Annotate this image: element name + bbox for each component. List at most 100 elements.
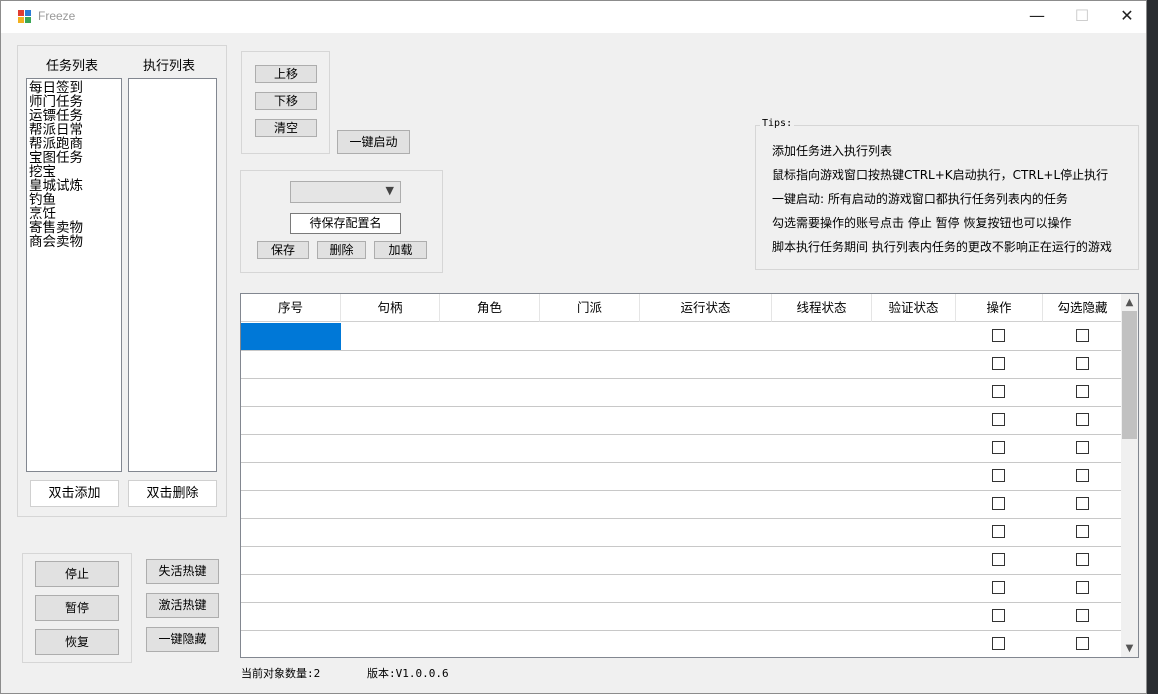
hide-checkbox[interactable] (1076, 553, 1089, 566)
task-list-item[interactable]: 皇城试炼 (27, 179, 121, 193)
task-list-item[interactable]: 烹饪 (27, 207, 121, 221)
save-config-button[interactable]: 保存 (257, 241, 309, 259)
table-row[interactable] (241, 463, 1122, 491)
operate-checkbox[interactable] (992, 637, 1005, 650)
table-row[interactable] (241, 351, 1122, 379)
pause-button[interactable]: 暂停 (35, 595, 119, 621)
operate-checkbox[interactable] (992, 357, 1005, 370)
move-down-button[interactable]: 下移 (255, 92, 317, 110)
table-row[interactable] (241, 575, 1122, 603)
hide-checkbox[interactable] (1076, 329, 1089, 342)
desktop-background (1147, 0, 1158, 694)
load-config-button[interactable]: 加载 (374, 241, 427, 259)
config-combo[interactable]: ▼ (290, 181, 401, 203)
task-list-item[interactable]: 钓鱼 (27, 193, 121, 207)
task-list-item[interactable]: 帮派日常 (27, 123, 121, 137)
selected-cell[interactable] (241, 323, 341, 350)
operate-checkbox[interactable] (992, 497, 1005, 510)
operate-checkbox[interactable] (992, 469, 1005, 482)
move-up-button[interactable]: 上移 (255, 65, 317, 83)
operate-checkbox[interactable] (992, 525, 1005, 538)
task-list-item[interactable]: 每日签到 (27, 81, 121, 95)
column-header[interactable]: 验证状态 (872, 294, 956, 322)
column-header[interactable]: 勾选隐藏 (1043, 294, 1123, 322)
table-row[interactable] (241, 435, 1122, 463)
operate-checkbox[interactable] (992, 609, 1005, 622)
table-row[interactable] (241, 379, 1122, 407)
scroll-up-icon[interactable]: ▲ (1121, 294, 1138, 311)
table-row[interactable] (241, 323, 1122, 351)
clear-button[interactable]: 清空 (255, 119, 317, 137)
operate-checkbox[interactable] (992, 553, 1005, 566)
hide-checkbox[interactable] (1076, 497, 1089, 510)
column-header[interactable]: 门派 (540, 294, 640, 322)
tip-line: 勾选需要操作的账号点击 停止 暂停 恢复按钮也可以操作 (772, 216, 1072, 230)
scroll-thumb[interactable] (1122, 311, 1137, 439)
column-header[interactable]: 线程状态 (772, 294, 872, 322)
close-button[interactable]: ✕ (1104, 1, 1146, 33)
table-row[interactable] (241, 547, 1122, 575)
task-list-item[interactable]: 挖宝 (27, 165, 121, 179)
object-count-status: 当前对象数量:2 (241, 667, 321, 680)
window-title: Freeze (38, 9, 76, 23)
operate-checkbox[interactable] (992, 581, 1005, 594)
add-task-button[interactable]: 双击添加 (30, 480, 119, 507)
tip-line: 一键启动: 所有启动的游戏窗口都执行任务列表内的任务 (772, 192, 1068, 206)
config-name-input[interactable]: 待保存配置名 (290, 213, 401, 234)
table-row[interactable] (241, 631, 1122, 657)
scroll-down-icon[interactable]: ▼ (1121, 640, 1138, 657)
column-header[interactable]: 角色 (440, 294, 540, 322)
delete-config-button[interactable]: 删除 (317, 241, 366, 259)
hide-checkbox[interactable] (1076, 637, 1089, 650)
hide-checkbox[interactable] (1076, 609, 1089, 622)
column-header[interactable]: 序号 (241, 294, 341, 322)
tips-legend: Tips: (760, 118, 795, 129)
table-row[interactable] (241, 407, 1122, 435)
column-header[interactable]: 操作 (956, 294, 1043, 322)
hide-checkbox[interactable] (1076, 385, 1089, 398)
table-row[interactable] (241, 519, 1122, 547)
exec-list[interactable] (128, 78, 217, 472)
task-list-item[interactable]: 运镖任务 (27, 109, 121, 123)
table-row[interactable] (241, 491, 1122, 519)
task-list-item[interactable]: 师门任务 (27, 95, 121, 109)
resume-button[interactable]: 恢复 (35, 629, 119, 655)
stop-button[interactable]: 停止 (35, 561, 119, 587)
deactivate-hotkey-button[interactable]: 失活热键 (146, 559, 219, 584)
hide-checkbox[interactable] (1076, 441, 1089, 454)
task-list-item[interactable]: 宝图任务 (27, 151, 121, 165)
table-row[interactable] (241, 603, 1122, 631)
vertical-scrollbar[interactable]: ▲ ▼ (1121, 294, 1138, 657)
task-list-item[interactable]: 商会卖物 (27, 235, 121, 249)
operate-checkbox[interactable] (992, 441, 1005, 454)
hide-all-button[interactable]: 一键隐藏 (146, 627, 219, 652)
chevron-down-icon[interactable]: ▼ (386, 184, 394, 197)
hide-checkbox[interactable] (1076, 581, 1089, 594)
main-window: Freeze — ☐ ✕ 任务列表 执行列表 每日签到 师门任务 运镖任务 帮派日常帮… (0, 0, 1147, 694)
minimize-button[interactable]: — (1014, 1, 1060, 33)
operate-checkbox[interactable] (992, 413, 1005, 426)
column-header[interactable]: 运行状态 (640, 294, 772, 322)
version-status: 版本:V1.0.0.6 (367, 667, 449, 680)
tip-line: 脚本执行任务期间 执行列表内任务的更改不影响正在运行的游戏 (772, 240, 1112, 254)
app-icon (18, 10, 32, 24)
account-grid[interactable]: 序号 句柄 角色 门派 运行状态 线程状态 验证状态 操作 勾选隐藏 ▲ ▼ (240, 293, 1139, 658)
task-list[interactable]: 每日签到 师门任务 运镖任务 帮派日常 帮派跑商 宝图任务 挖宝 皇城试炼 钓鱼 烹饪 寄售卖物 商会… (26, 78, 122, 472)
one-key-start-button[interactable]: 一键启动 (337, 130, 410, 154)
tip-line: 鼠标指向游戏窗口按热键CTRL+K启动执行，CTRL+L停止执行 (772, 168, 1109, 182)
remove-task-button[interactable]: 双击删除 (128, 480, 217, 507)
hide-checkbox[interactable] (1076, 413, 1089, 426)
activate-hotkey-button[interactable]: 激活热键 (146, 593, 219, 618)
maximize-button[interactable]: ☐ (1059, 1, 1105, 33)
operate-checkbox[interactable] (992, 329, 1005, 342)
task-list-item[interactable]: 寄售卖物 (27, 221, 121, 235)
hide-checkbox[interactable] (1076, 357, 1089, 370)
hide-checkbox[interactable] (1076, 469, 1089, 482)
title-bar: Freeze — ☐ ✕ (1, 1, 1146, 33)
hide-checkbox[interactable] (1076, 525, 1089, 538)
task-list-item[interactable]: 帮派跑商 (27, 137, 121, 151)
task-list-header: 任务列表 (46, 59, 99, 74)
tip-line: 添加任务进入执行列表 (772, 144, 893, 158)
column-header[interactable]: 句柄 (341, 294, 440, 322)
operate-checkbox[interactable] (992, 385, 1005, 398)
